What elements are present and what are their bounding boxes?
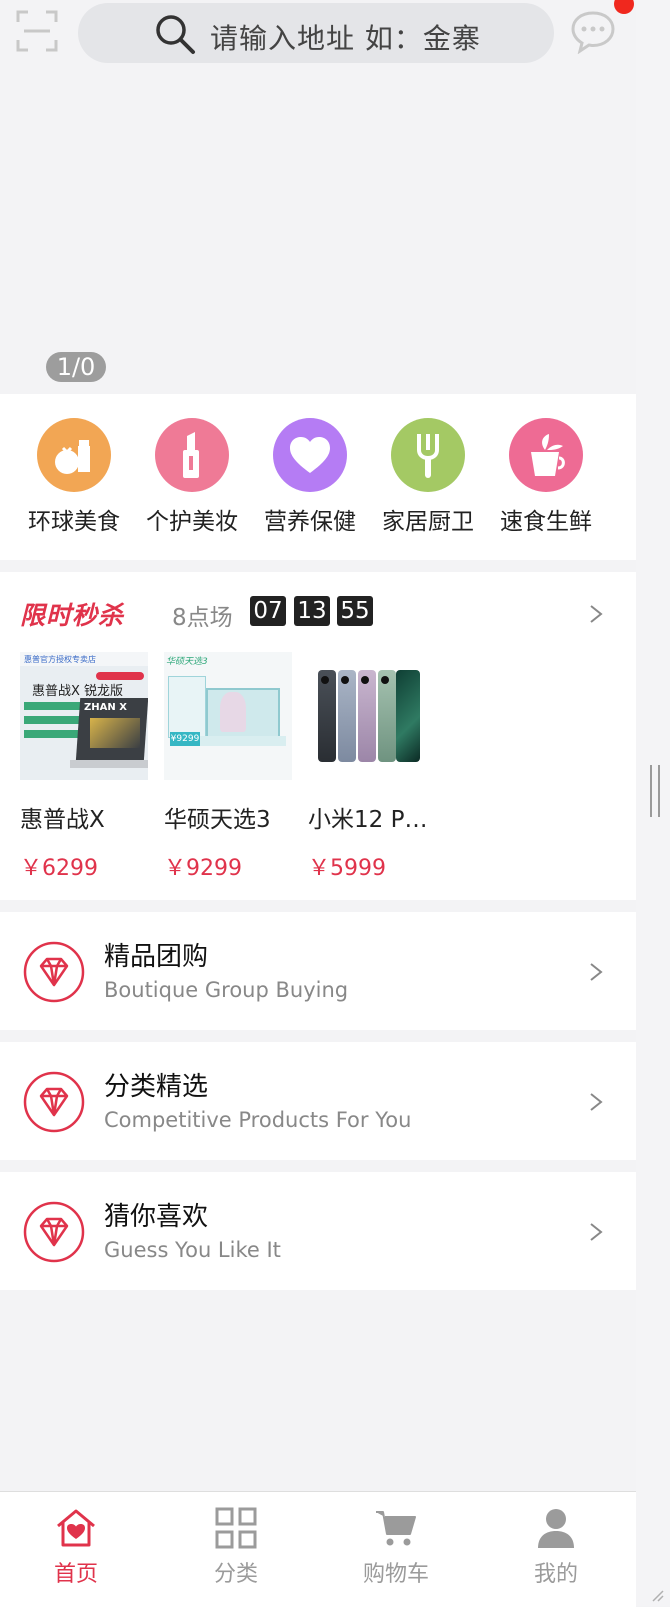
scan-icon[interactable] (16, 10, 58, 52)
countdown-seconds: 55 (337, 596, 373, 626)
flash-sale-title: 限时秒杀 (20, 601, 125, 630)
product-name: 小米12 P… (308, 807, 428, 833)
category-item-home[interactable]: 家居厨卫 (373, 418, 483, 536)
bottom-tab-bar: 首页 分类 购物车 我的 (0, 1491, 636, 1607)
user-icon (538, 1509, 574, 1548)
search-bar[interactable]: 请输入地址 如：金寨 (78, 3, 554, 63)
notification-dot (614, 0, 634, 14)
category-label: 家居厨卫 (382, 509, 474, 535)
tab-category[interactable]: 分类 (186, 1506, 286, 1588)
cup-icon (509, 418, 583, 492)
product-image-caption: ¥9299 (170, 732, 200, 746)
tab-label: 购物车 (362, 1562, 429, 1587)
banner-indicator: 1/0 (46, 352, 106, 382)
product-image: 华硕天选3 ¥9299 (164, 652, 292, 780)
tab-label: 我的 (533, 1562, 578, 1587)
resize-grip-icon[interactable] (650, 1588, 664, 1602)
product-image: 惠普官方授权专卖店 惠普战X 锐龙版 ZHAN X (20, 652, 148, 780)
search-input[interactable]: 请输入地址 如：金寨 (210, 17, 481, 57)
section-group-buying[interactable]: 精品团购 Boutique Group Buying (0, 912, 636, 1030)
chevron-right-icon (590, 963, 603, 981)
flash-sale-panel: 限时秒杀 8点场 07 13 55 惠普官方授权专卖店 惠普战X 锐龙版 ZHA… (0, 572, 636, 900)
product-image-caption: ZHAN X (84, 702, 127, 713)
product-card-asus[interactable]: 华硕天选3 ¥9299 华硕天选3 ￥9299 (164, 652, 294, 882)
diamond-icon (23, 1071, 85, 1133)
product-card-xiaomi[interactable]: 小米12 P… ￥5999 (308, 652, 438, 882)
countdown-minutes: 13 (294, 596, 330, 626)
fruit-bottle-icon (37, 418, 111, 492)
app-frame: 请输入地址 如：金寨 1/0 环球美食 个护美妆 营养保健 家居厨卫 速食生鲜 … (0, 0, 636, 1607)
tab-home[interactable]: 首页 (26, 1506, 126, 1588)
section-title: 猜你喜欢 (104, 1202, 209, 1232)
section-subtitle: Guess You Like It (104, 1238, 281, 1262)
category-label: 环球美食 (28, 509, 120, 535)
banner-carousel[interactable]: 1/0 (0, 66, 636, 394)
category-item-food[interactable]: 环球美食 (19, 418, 129, 536)
product-price: ￥5999 (308, 856, 386, 881)
flash-sale-session: 8点场 (172, 605, 233, 631)
tab-label: 首页 (53, 1562, 98, 1587)
category-item-health[interactable]: 营养保健 (255, 418, 365, 536)
category-item-beauty[interactable]: 个护美妆 (137, 418, 247, 536)
product-card-hp[interactable]: 惠普官方授权专卖店 惠普战X 锐龙版 ZHAN X 惠普战X ￥6299 (20, 652, 150, 882)
diamond-icon (23, 941, 85, 1003)
section-title: 分类精选 (104, 1072, 209, 1102)
product-name: 华硕天选3 (164, 807, 271, 833)
category-label: 个护美妆 (146, 509, 238, 535)
home-icon (57, 1509, 95, 1547)
grid-icon (215, 1507, 257, 1549)
chevron-right-icon (590, 1223, 603, 1241)
category-label: 营养保健 (264, 509, 356, 535)
section-subtitle: Boutique Group Buying (104, 978, 349, 1002)
chevron-right-icon[interactable] (588, 604, 604, 624)
product-price: ￥6299 (20, 856, 98, 881)
product-image-caption: 惠普官方授权专卖店 (24, 655, 96, 664)
heart-icon (273, 418, 347, 492)
chevron-right-icon (590, 1093, 603, 1111)
category-item-fresh[interactable]: 速食生鲜 (491, 418, 601, 536)
product-image-caption: 惠普战X 锐龙版 (32, 684, 124, 699)
section-subtitle: Competitive Products For You (104, 1108, 412, 1132)
product-name: 惠普战X (20, 807, 105, 833)
section-title: 精品团购 (104, 942, 209, 972)
product-image (308, 652, 436, 780)
tab-mine[interactable]: 我的 (506, 1506, 606, 1588)
tab-label: 分类 (213, 1562, 258, 1587)
lipstick-icon (155, 418, 229, 492)
message-icon[interactable] (570, 10, 616, 54)
fork-icon (391, 418, 465, 492)
category-label: 速食生鲜 (500, 509, 592, 535)
scroll-handle[interactable] (650, 765, 660, 817)
diamond-icon (23, 1201, 85, 1263)
header: 请输入地址 如：金寨 (0, 0, 636, 66)
category-grid: 环球美食 个护美妆 营养保健 家居厨卫 速食生鲜 (0, 394, 636, 560)
product-image-caption: 华硕天选3 (166, 657, 208, 667)
countdown-hours: 07 (250, 596, 286, 626)
section-guess-you-like[interactable]: 猜你喜欢 Guess You Like It (0, 1172, 636, 1290)
tab-cart[interactable]: 购物车 (346, 1506, 446, 1588)
product-price: ￥9299 (164, 856, 242, 881)
section-category-picks[interactable]: 分类精选 Competitive Products For You (0, 1042, 636, 1160)
cart-icon (376, 1511, 416, 1546)
search-icon (156, 15, 195, 54)
